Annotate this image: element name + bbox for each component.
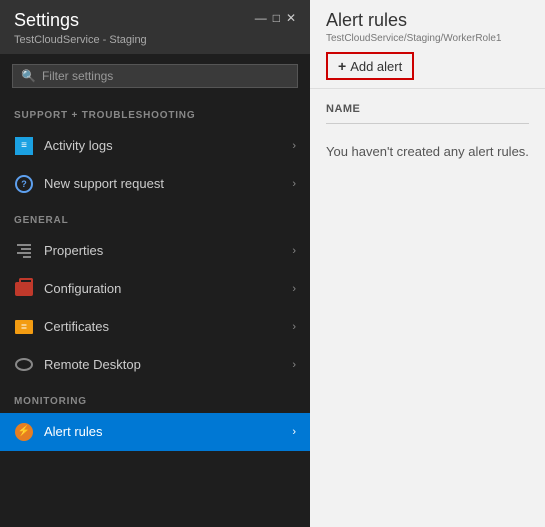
remote-desktop-icon bbox=[14, 355, 34, 375]
support-request-label: New support request bbox=[44, 176, 282, 191]
alert-rules-label: Alert rules bbox=[44, 424, 282, 439]
sidebar-item-remote-desktop[interactable]: Remote Desktop › bbox=[0, 346, 310, 384]
configuration-icon bbox=[14, 279, 34, 299]
section-label-monitoring: MONITORING bbox=[0, 384, 310, 413]
sidebar-item-alert-rules[interactable]: ⚡ Alert rules › bbox=[0, 413, 310, 451]
alert-rules-title: Alert rules bbox=[326, 10, 529, 31]
settings-panel: Settings TestCloudService - Staging — □ … bbox=[0, 0, 310, 527]
sidebar-item-properties[interactable]: Properties › bbox=[0, 232, 310, 270]
filter-settings-input[interactable] bbox=[42, 69, 289, 83]
certificates-chevron: › bbox=[292, 321, 296, 333]
activity-logs-chevron: › bbox=[292, 140, 296, 152]
alert-rules-panel: Alert rules TestCloudService/Staging/Wor… bbox=[310, 0, 545, 527]
sidebar-item-configuration[interactable]: Configuration › bbox=[0, 270, 310, 308]
section-label-general: GENERAL bbox=[0, 203, 310, 232]
search-icon: 🔍 bbox=[21, 69, 36, 83]
activity-logs-icon: ≡ bbox=[14, 136, 34, 156]
settings-title-block: Settings TestCloudService - Staging bbox=[14, 10, 147, 46]
nav-content: SUPPORT + TROUBLESHOOTING ≡ Activity log… bbox=[0, 98, 310, 527]
support-request-icon: ? bbox=[14, 174, 34, 194]
remote-desktop-label: Remote Desktop bbox=[44, 357, 282, 372]
maximize-button[interactable]: □ bbox=[273, 12, 280, 24]
add-alert-label: Add alert bbox=[350, 59, 402, 74]
remote-desktop-chevron: › bbox=[292, 359, 296, 371]
certificates-icon: ≣ bbox=[14, 317, 34, 337]
properties-chevron: › bbox=[292, 245, 296, 257]
table-header: NAME bbox=[326, 89, 529, 124]
window-controls: — □ ✕ bbox=[255, 12, 296, 24]
section-label-support: SUPPORT + TROUBLESHOOTING bbox=[0, 98, 310, 127]
configuration-chevron: › bbox=[292, 283, 296, 295]
alert-rules-header: Alert rules TestCloudService/Staging/Wor… bbox=[310, 0, 545, 89]
sidebar-item-activity-logs[interactable]: ≡ Activity logs › bbox=[0, 127, 310, 165]
sidebar-item-new-support-request[interactable]: ? New support request › bbox=[0, 165, 310, 203]
search-box: 🔍 bbox=[12, 64, 298, 88]
properties-icon bbox=[14, 241, 34, 261]
empty-message: You haven't created any alert rules. bbox=[326, 124, 529, 179]
activity-logs-label: Activity logs bbox=[44, 138, 282, 153]
minimize-button[interactable]: — bbox=[255, 12, 267, 24]
certificates-label: Certificates bbox=[44, 319, 282, 334]
alert-rules-path: TestCloudService/Staging/WorkerRole1 bbox=[326, 33, 529, 44]
support-request-chevron: › bbox=[292, 178, 296, 190]
settings-title: Settings bbox=[14, 10, 147, 32]
settings-header: Settings TestCloudService - Staging — □ … bbox=[0, 0, 310, 54]
properties-label: Properties bbox=[44, 243, 282, 258]
add-alert-button[interactable]: + Add alert bbox=[326, 52, 414, 80]
alert-rules-chevron: › bbox=[292, 426, 296, 438]
sidebar-item-certificates[interactable]: ≣ Certificates › bbox=[0, 308, 310, 346]
configuration-label: Configuration bbox=[44, 281, 282, 296]
alert-rules-table: NAME You haven't created any alert rules… bbox=[310, 89, 545, 527]
search-area: 🔍 bbox=[0, 54, 310, 98]
close-button[interactable]: ✕ bbox=[286, 12, 296, 24]
alert-rules-icon: ⚡ bbox=[14, 422, 34, 442]
column-name-header: NAME bbox=[326, 103, 360, 115]
plus-icon: + bbox=[338, 58, 346, 74]
settings-subtitle: TestCloudService - Staging bbox=[14, 34, 147, 46]
